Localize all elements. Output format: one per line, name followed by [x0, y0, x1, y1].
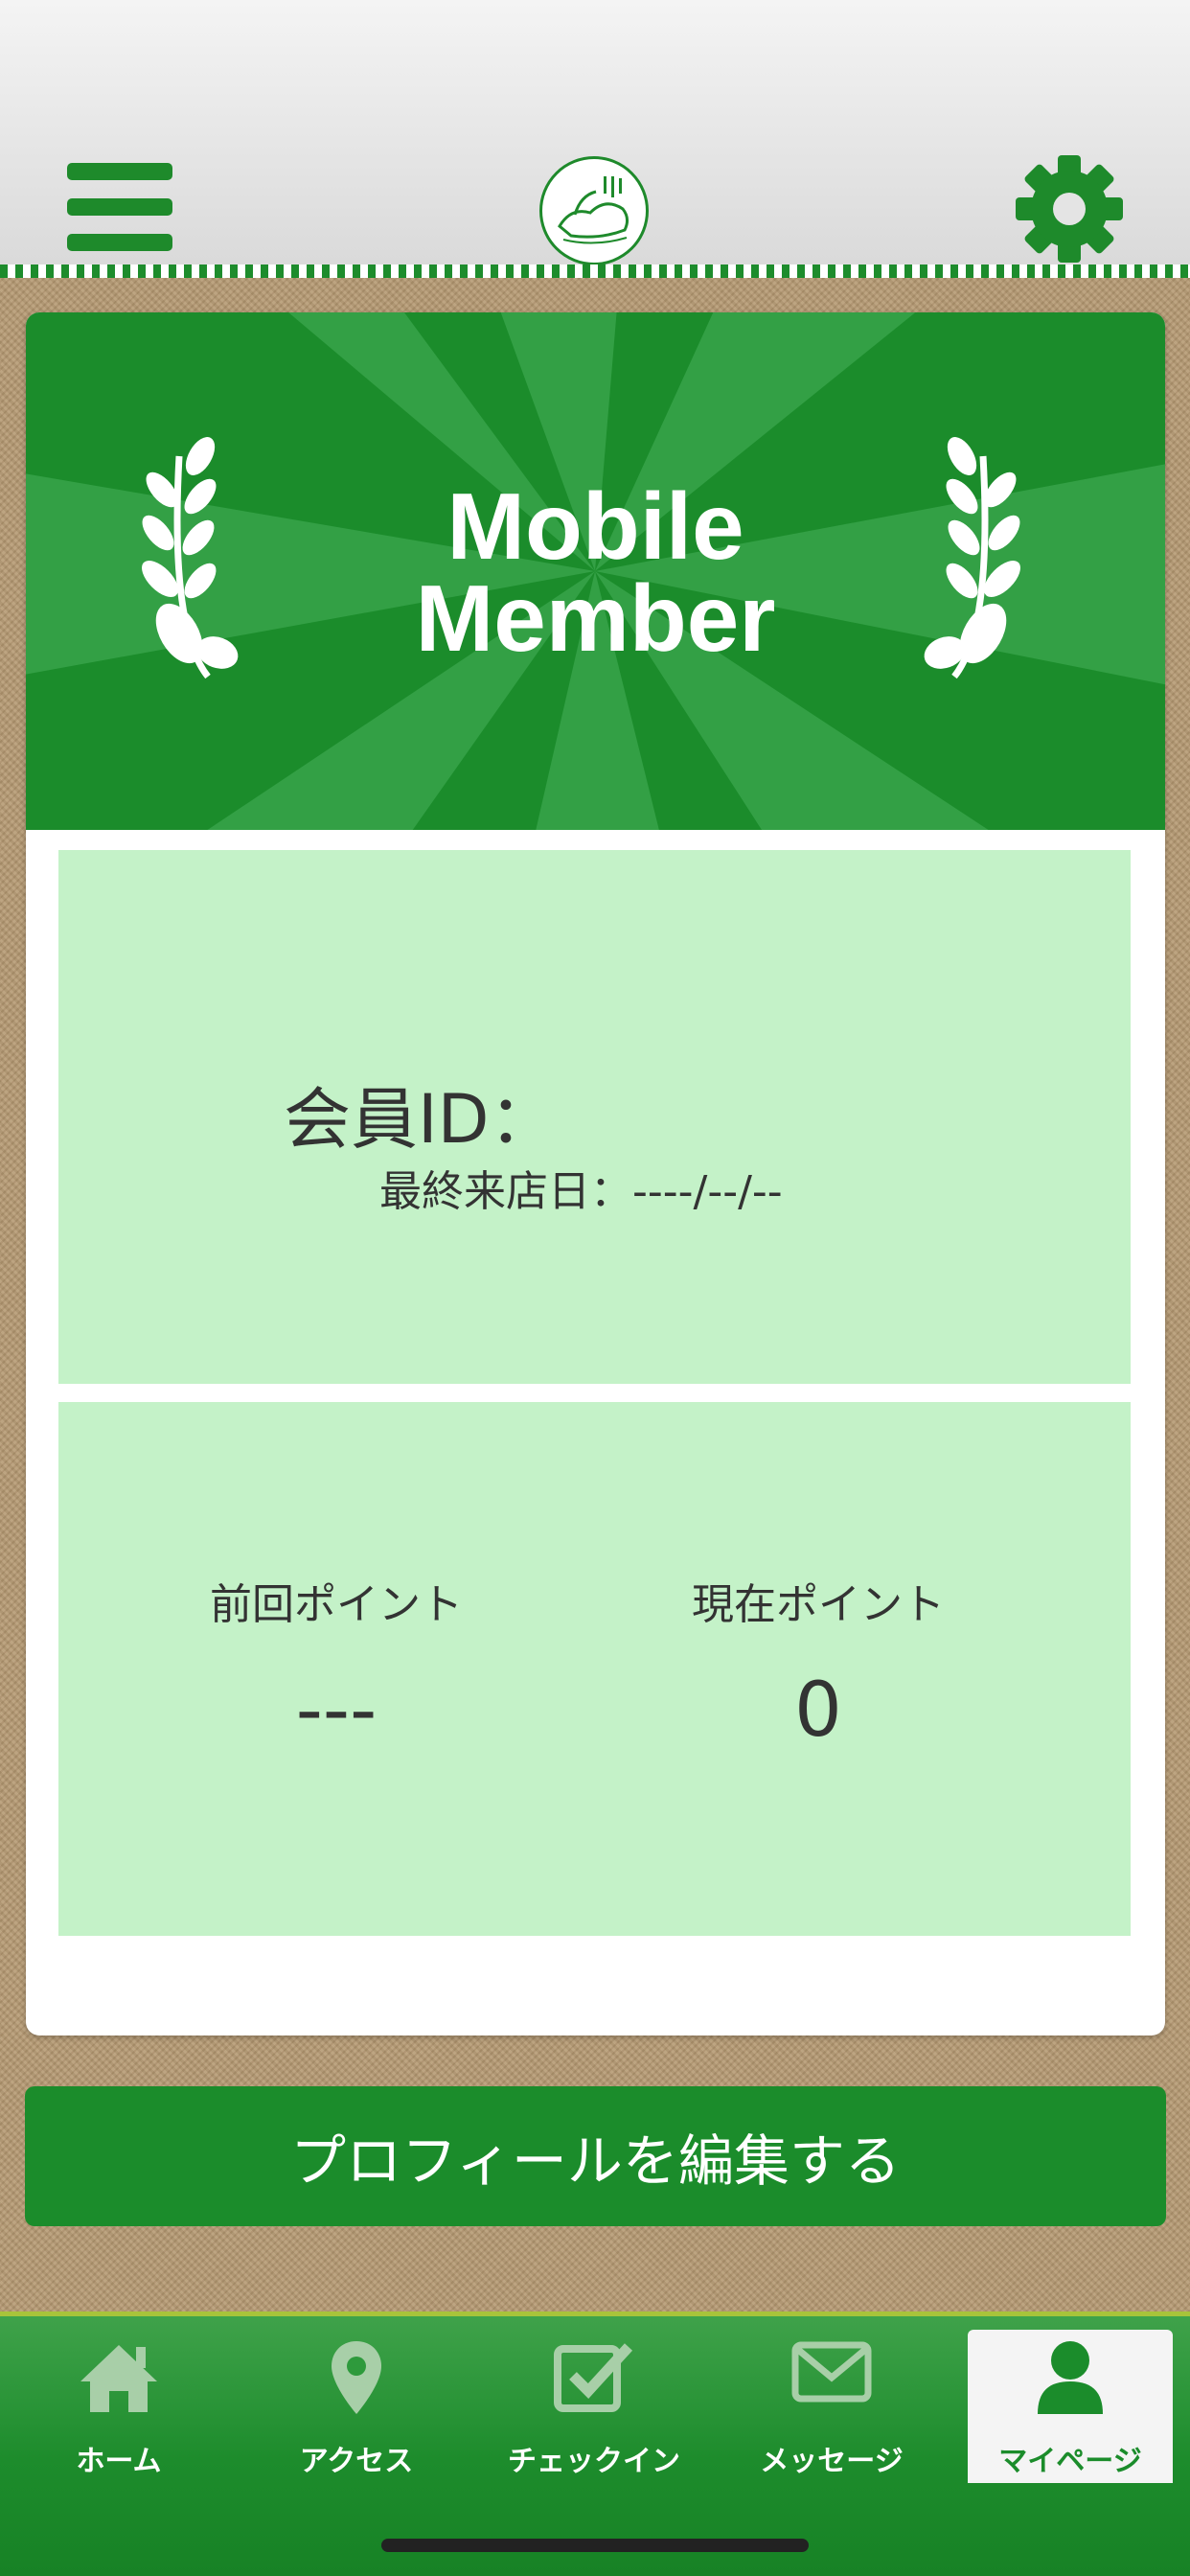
- menu-button[interactable]: [67, 163, 172, 255]
- banner-title-line2: Member: [415, 565, 776, 671]
- tab-mypage[interactable]: マイページ: [968, 2330, 1173, 2483]
- current-points-value: 0: [794, 1668, 842, 1754]
- tab-message[interactable]: メッセージ: [713, 2330, 950, 2483]
- tab-checkin-label: チェックイン: [508, 2445, 680, 2478]
- person-icon: [968, 2339, 1173, 2416]
- banner-title: Mobile Member: [26, 473, 1165, 671]
- tab-access-label: アクセス: [299, 2445, 414, 2478]
- previous-points-value: ---: [295, 1668, 378, 1754]
- tab-message-label: メッセージ: [760, 2445, 904, 2478]
- envelope-icon: [713, 2339, 950, 2416]
- edit-profile-button[interactable]: プロフィールを編集する: [25, 2086, 1166, 2226]
- current-points: 現在ポイント 0: [579, 1570, 1058, 1754]
- gear-icon: [1016, 155, 1123, 263]
- banner-title-line1: Mobile: [446, 473, 744, 579]
- previous-points-label: 前回ポイント: [210, 1580, 463, 1629]
- shop-logo[interactable]: [539, 156, 649, 265]
- tab-home[interactable]: ホーム: [0, 2330, 238, 2483]
- location-pin-icon: [238, 2339, 475, 2416]
- tab-checkin[interactable]: チェックイン: [475, 2330, 713, 2483]
- header-divider: [0, 264, 1190, 278]
- hamburger-line: [67, 198, 172, 216]
- logo-icon: [546, 163, 642, 259]
- bottom-tab-bar: ホーム アクセス チェックイン メッセージ マイページ: [0, 2312, 1190, 2576]
- points-panel: 前回ポイント --- 現在ポイント 0: [58, 1402, 1131, 1936]
- tab-access[interactable]: アクセス: [238, 2330, 475, 2483]
- hamburger-line: [67, 234, 172, 251]
- member-card: Mobile Member 会員ID： 最終来店日：----/--/-- 前回ポ…: [26, 312, 1165, 2036]
- member-id-panel: 会員ID： 最終来店日：----/--/--: [58, 850, 1131, 1384]
- mobile-member-banner: Mobile Member: [26, 312, 1165, 830]
- hamburger-menu-icon: [67, 163, 172, 180]
- member-id-label: 会員ID：: [284, 1080, 557, 1159]
- current-points-label: 現在ポイント: [692, 1580, 945, 1629]
- home-icon: [0, 2339, 238, 2416]
- last-visit-date: 最終来店日：----/--/--: [379, 1167, 783, 1216]
- tab-home-label: ホーム: [76, 2445, 162, 2478]
- previous-points: 前回ポイント ---: [97, 1570, 576, 1754]
- settings-button[interactable]: [1014, 153, 1125, 264]
- app-header: [0, 0, 1190, 273]
- tab-mypage-label: マイページ: [998, 2445, 1142, 2478]
- checkbox-icon: [475, 2339, 713, 2416]
- home-indicator: [381, 2539, 809, 2552]
